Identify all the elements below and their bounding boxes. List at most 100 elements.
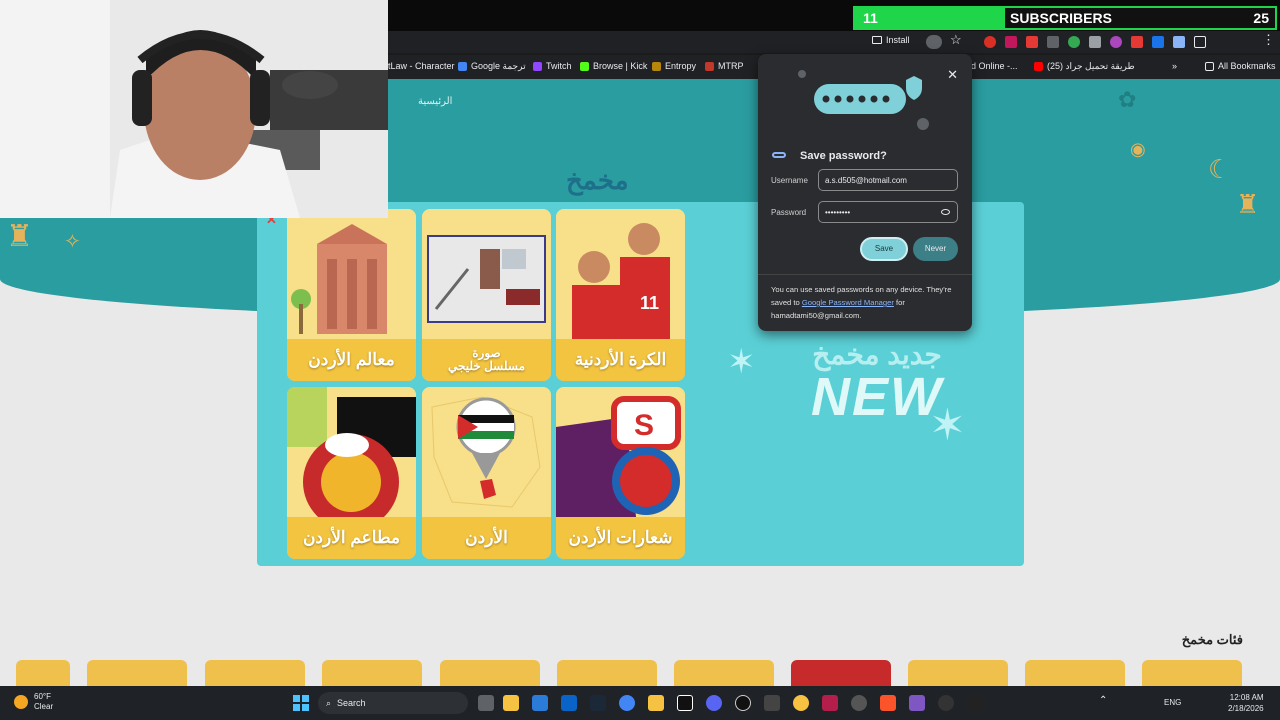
save-password-popup: ✕ Save password? Username a.s.d505@hotma… xyxy=(758,54,972,331)
install-icon xyxy=(872,36,882,44)
card-jordan-logos[interactable]: S شعارات الأردن xyxy=(556,387,685,559)
extension-icon[interactable] xyxy=(1026,36,1038,48)
taskbar-search[interactable]: ⌕ Search xyxy=(318,692,468,714)
brave-icon[interactable] xyxy=(880,695,896,711)
steam-icon[interactable] xyxy=(590,695,606,711)
language-indicator[interactable]: ENG xyxy=(1164,698,1181,707)
browser-toolbar: Install ☆ ⋮ xyxy=(388,31,1280,53)
card-jordan-restaurants[interactable]: مطاعم الأردن xyxy=(287,387,416,559)
discord-icon[interactable] xyxy=(706,695,722,711)
extensions-row xyxy=(984,36,1206,48)
app-icon[interactable] xyxy=(677,695,693,711)
divider xyxy=(758,274,972,275)
card-gulf-series-photo[interactable]: صورة مسلسل خليجي xyxy=(422,209,551,381)
svg-text:S: S xyxy=(634,409,654,442)
save-button[interactable]: Save xyxy=(860,237,908,261)
app-icon[interactable] xyxy=(851,695,867,711)
all-bookmarks-label: All Bookmarks xyxy=(1218,61,1276,71)
site-logo[interactable]: ﻣﺨﻤﺦ xyxy=(566,165,629,196)
petra-icon xyxy=(287,209,416,339)
install-button[interactable]: Install xyxy=(872,35,910,45)
category-thumb[interactable] xyxy=(674,660,774,686)
extension-icon[interactable] xyxy=(1131,36,1143,48)
info-account: hamadtami50@gmail.com. xyxy=(771,311,862,320)
weather-icon xyxy=(14,695,28,709)
bookmark-label: طريقة تحميل جراد (25) xyxy=(1047,61,1135,71)
svg-text:11: 11 xyxy=(640,293,659,313)
category-thumb[interactable] xyxy=(791,660,891,686)
category-thumb[interactable] xyxy=(908,660,1008,686)
category-thumb[interactable] xyxy=(557,660,657,686)
password-key-icon[interactable] xyxy=(926,35,942,49)
outlook-icon[interactable] xyxy=(561,695,577,711)
weather-desc: Clear xyxy=(34,702,54,711)
start-windows-icon[interactable] xyxy=(293,695,309,711)
weather-widget[interactable]: 60°F Clear xyxy=(14,692,53,712)
streamer-webcam-image xyxy=(0,0,388,218)
password-manager-link[interactable]: Google Password Manager xyxy=(802,298,894,307)
bookmark-label: Browse | Kick xyxy=(593,61,648,71)
category-thumb[interactable] xyxy=(16,660,70,686)
extension-icon[interactable] xyxy=(1110,36,1122,48)
weather-temp: 60°F xyxy=(34,692,51,701)
app-icon[interactable] xyxy=(938,695,954,711)
bookmark-star-icon[interactable]: ☆ xyxy=(950,32,962,48)
bookmark-item[interactable]: Browse | Kick xyxy=(580,61,647,71)
more-bookmarks-chevron-icon[interactable]: » xyxy=(1172,61,1177,71)
twitch-icon xyxy=(533,61,542,71)
bookmark-item[interactable]: tLaw - Character xyxy=(388,61,455,71)
app-icon[interactable] xyxy=(648,695,664,711)
info-suffix: for xyxy=(896,298,905,307)
extension-icon[interactable] xyxy=(1152,36,1164,48)
extension-icon[interactable] xyxy=(1068,36,1080,48)
nav-home-link[interactable]: الرئيسية xyxy=(418,96,452,107)
app-icon[interactable] xyxy=(764,695,780,711)
app-icon[interactable] xyxy=(793,695,809,711)
bookmark-item[interactable]: Twitch xyxy=(533,61,572,71)
card-label: معالم الأردن xyxy=(287,339,416,381)
category-thumb[interactable] xyxy=(440,660,540,686)
chrome-icon[interactable] xyxy=(619,695,635,711)
store-icon[interactable] xyxy=(532,695,548,711)
never-button[interactable]: Never xyxy=(913,237,958,261)
football-players-icon: 11 xyxy=(556,209,685,339)
app-icon[interactable] xyxy=(822,695,838,711)
close-icon[interactable]: ✕ xyxy=(947,67,958,83)
obs-icon[interactable] xyxy=(735,695,751,711)
card-jordan[interactable]: الأردن xyxy=(422,387,551,559)
menu-icon[interactable]: ⋮ xyxy=(1262,32,1275,48)
extension-icon[interactable] xyxy=(1089,36,1101,48)
card-label-line2: مسلسل خليجي xyxy=(448,359,525,373)
username-field[interactable]: a.s.d505@hotmail.com xyxy=(818,169,958,191)
decor-icon: ✿ xyxy=(1118,87,1137,112)
bookmark-item[interactable]: Entropy xyxy=(652,61,696,71)
show-password-eye-icon[interactable] xyxy=(941,209,950,215)
bookmark-item[interactable]: طريقة تحميل جراد (25) xyxy=(1034,61,1135,72)
bookmark-item[interactable]: Google ترجمة xyxy=(458,61,526,72)
bookmark-item[interactable]: MTRP xyxy=(705,61,744,71)
category-thumb[interactable] xyxy=(205,660,305,686)
all-bookmarks-button[interactable]: All Bookmarks xyxy=(1205,61,1276,71)
tray-chevron-icon[interactable]: ⌃ xyxy=(1099,695,1107,706)
card-jordan-football[interactable]: 11 الكرة الأردنية xyxy=(556,209,685,381)
category-thumb[interactable] xyxy=(1142,660,1242,686)
task-view-icon[interactable] xyxy=(478,695,494,711)
password-illustration xyxy=(798,70,929,130)
app-icon[interactable] xyxy=(909,695,925,711)
mtrp-icon xyxy=(705,61,714,71)
category-thumb[interactable] xyxy=(87,660,187,686)
app-icon[interactable] xyxy=(967,695,983,711)
file-explorer-icon[interactable] xyxy=(503,695,519,711)
category-thumb[interactable] xyxy=(322,660,422,686)
extensions-puzzle-icon[interactable] xyxy=(1194,36,1206,48)
extension-icon[interactable] xyxy=(1005,36,1017,48)
category-thumb[interactable] xyxy=(1025,660,1125,686)
extension-icon[interactable] xyxy=(984,36,996,48)
clock[interactable]: 12:08 AM 2/18/2026 xyxy=(1228,692,1264,714)
extension-icon[interactable] xyxy=(1047,36,1059,48)
extension-icon[interactable] xyxy=(1173,36,1185,48)
bookmark-item[interactable]: ad Online -... xyxy=(966,61,1018,71)
card-jordan-landmarks[interactable]: معالم الأردن xyxy=(287,209,416,381)
password-field[interactable]: ••••••••• xyxy=(818,201,958,223)
burger-restaurant-icon xyxy=(287,387,416,530)
